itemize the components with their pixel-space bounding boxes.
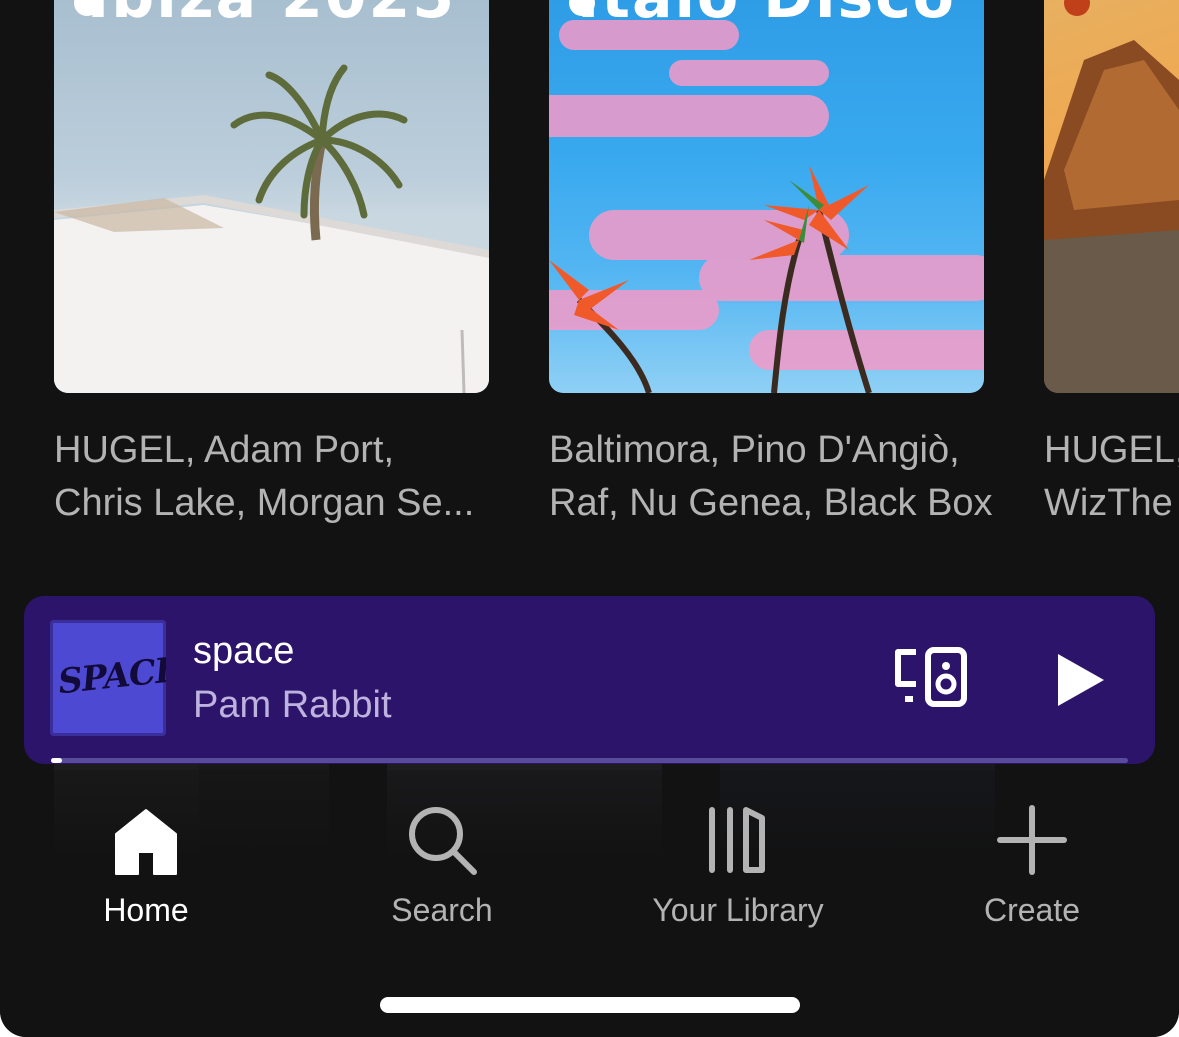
connect-device-icon[interactable] (894, 646, 974, 716)
playlist-description-line: WizThe (1044, 482, 1173, 524)
playlist-title: Italo Disco (549, 0, 984, 32)
playlist-card-ibiza[interactable]: Ibiza 2025 HUGEL, Adam Port, Chris Lake,… (54, 0, 489, 524)
playlist-description-line: HUGEL, (1044, 429, 1179, 471)
playlist-title: Ibiza 2025 (54, 0, 489, 32)
playlist-description-line: HUGEL, Adam Port, (54, 429, 395, 471)
cover-artwork (549, 20, 984, 393)
nav-home-label: Home (103, 892, 189, 928)
search-icon (409, 807, 477, 875)
playlist-description-line: Raf, Nu Genea, Black Box (549, 482, 993, 524)
home-indicator[interactable] (380, 997, 800, 1013)
playlist-cover[interactable]: Italo Disco (549, 0, 984, 393)
now-playing-bar[interactable]: SPACE space Pam Rabbit (24, 596, 1155, 764)
library-icon (709, 807, 765, 873)
nav-library-label: Your Library (652, 892, 824, 928)
now-playing-artist[interactable]: Pam Rabbit (193, 684, 392, 727)
playlist-description-line: Chris Lake, Morgan Se... (54, 482, 475, 524)
now-playing-cover[interactable]: SPACE (50, 620, 166, 736)
nav-create-label: Create (983, 892, 1081, 928)
playback-progress-fill (51, 758, 62, 763)
playlist-cover[interactable] (1044, 0, 1179, 393)
home-screen: Ibiza 2025 HUGEL, Adam Port, Chris Lake,… (0, 0, 1179, 1037)
playlist-description: HUGEL, Adam Port, Chris Lake, Morgan Se.… (54, 424, 504, 530)
plus-icon (997, 805, 1067, 875)
playlist-cover[interactable]: Ibiza 2025 (54, 0, 489, 393)
now-playing-title[interactable]: space (193, 630, 294, 673)
nav-search-label: Search (391, 892, 493, 928)
playlist-description: Baltimora, Pino D'Angiò, Raf, Nu Genea, … (549, 424, 999, 530)
playlist-description: HUGEL, WizThe (1044, 424, 1179, 530)
nav-search[interactable]: Search (322, 804, 562, 944)
nav-home[interactable]: Home (26, 804, 266, 944)
cover-art-text: SPACE (56, 649, 166, 703)
playlist-card-italo-disco[interactable]: Italo Disco Baltimora, Pino D'Angiò, Raf… (549, 0, 993, 524)
nav-create[interactable]: Create (912, 804, 1152, 944)
home-icon (115, 809, 177, 875)
playlist-card-partial[interactable]: HUGEL, WizThe (1044, 0, 1179, 524)
cover-artwork (1044, 40, 1179, 393)
playback-progress-bar[interactable] (51, 758, 1128, 763)
nav-library[interactable]: Your Library (618, 804, 858, 944)
play-icon[interactable] (1054, 652, 1108, 708)
playlist-description-line: Baltimora, Pino D'Angiò, (549, 429, 960, 471)
cover-artwork (54, 64, 489, 393)
